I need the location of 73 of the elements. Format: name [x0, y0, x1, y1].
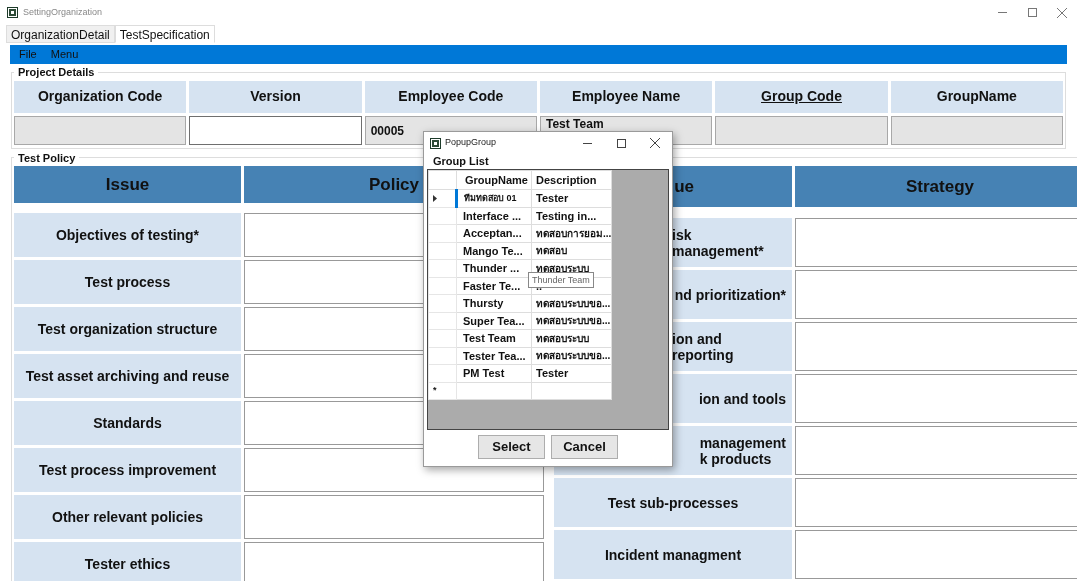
table-cell[interactable]: Mango Te... [456, 242, 532, 260]
strategy-field[interactable] [795, 426, 1077, 475]
column-header: Version [189, 80, 362, 113]
table-cell[interactable]: Tester [531, 364, 612, 382]
table-cell[interactable]: Interface ... [456, 207, 532, 225]
column-header[interactable]: Group Code [715, 80, 888, 113]
strategy-field[interactable] [795, 530, 1077, 579]
menu-item[interactable]: File [19, 46, 37, 63]
table-cell[interactable]: Thursty [456, 294, 532, 312]
column-header: GroupName [890, 80, 1063, 113]
dialog-button[interactable]: Cancel [551, 435, 618, 459]
table-cell[interactable]: ทดสอบระบบ [531, 329, 612, 347]
issue-label: Test sub-processes [554, 478, 792, 527]
tab[interactable]: OrganizationDetail [6, 25, 115, 43]
column-header[interactable]: GroupName [456, 170, 532, 190]
minimize-icon [997, 12, 1007, 13]
issue-label: Test asset archiving and reuse [14, 354, 241, 398]
tab[interactable]: TestSpecification [114, 25, 215, 43]
input-field[interactable] [189, 115, 362, 145]
column-header: Employee Name [540, 80, 713, 113]
close-icon [650, 138, 660, 148]
menu-item[interactable]: Menu [50, 46, 79, 63]
maximize-icon [616, 138, 626, 148]
table-cell[interactable]: ทีมทดสอบ 01 [456, 189, 532, 207]
issue-label: Test process [14, 260, 241, 304]
strategy-field[interactable] [795, 218, 1077, 267]
new-row-marker: * [428, 382, 457, 399]
issue-label: Tester ethics [14, 542, 241, 581]
window-title: SettingOrganization [23, 5, 104, 19]
input-field[interactable] [715, 115, 888, 145]
strategy-field[interactable] [795, 270, 1077, 319]
policy-field[interactable] [244, 542, 544, 581]
app-icon [430, 137, 441, 149]
column-header: Employee Code [364, 80, 537, 113]
tooltip: Thunder Team [528, 272, 594, 288]
table-cell[interactable]: ทดสอบการยอม... [531, 224, 612, 242]
table-cell[interactable]: Acceptan... [456, 224, 532, 242]
group-title: Test Policy [17, 150, 77, 166]
table-cell[interactable]: Super Tea... [456, 312, 532, 330]
table-cell[interactable]: Testing in... [531, 207, 612, 225]
issue-label: Standards [14, 401, 241, 445]
dialog-button[interactable]: Select [478, 435, 545, 459]
column-header: Issue [14, 166, 241, 203]
close-icon [1057, 7, 1067, 18]
maximize-icon [1027, 8, 1037, 17]
minimize-icon [582, 142, 592, 144]
input-field[interactable] [14, 115, 187, 145]
row-header[interactable] [428, 189, 457, 207]
current-row-icon [433, 194, 437, 202]
table-cell[interactable]: Test Team [456, 329, 532, 347]
column-header[interactable]: Description [531, 170, 612, 190]
table-cell[interactable]: ทดสอบระบบขอ... [531, 294, 612, 312]
issue-label: Other relevant policies [14, 495, 241, 539]
issue-label: Test process improvement [14, 448, 241, 492]
policy-field[interactable] [244, 495, 544, 539]
strategy-field[interactable] [795, 374, 1077, 423]
table-cell[interactable]: ทดสอบระบบขอ... [531, 312, 612, 330]
table-cell[interactable]: PM Test [456, 364, 532, 382]
app-icon [7, 7, 18, 18]
table-cell[interactable]: ทดสอบระบบขอ... [531, 347, 612, 365]
issue-label: Incident managment [554, 530, 792, 579]
strategy-field[interactable] [795, 478, 1077, 527]
group-list-label: Group List [433, 154, 490, 168]
table-cell[interactable]: ทดสอบ [531, 242, 612, 260]
column-header: Strategy [795, 166, 1077, 207]
input-field[interactable] [890, 115, 1063, 145]
group-title: Project Details [17, 65, 96, 80]
table-cell[interactable]: Tester Tea... [456, 347, 532, 365]
strategy-field[interactable] [795, 322, 1077, 371]
issue-label: Test organization structure [14, 307, 241, 351]
column-header: Organization Code [14, 80, 187, 113]
table-cell[interactable]: Tester [531, 189, 612, 207]
issue-label: Objectives of testing* [14, 213, 241, 257]
